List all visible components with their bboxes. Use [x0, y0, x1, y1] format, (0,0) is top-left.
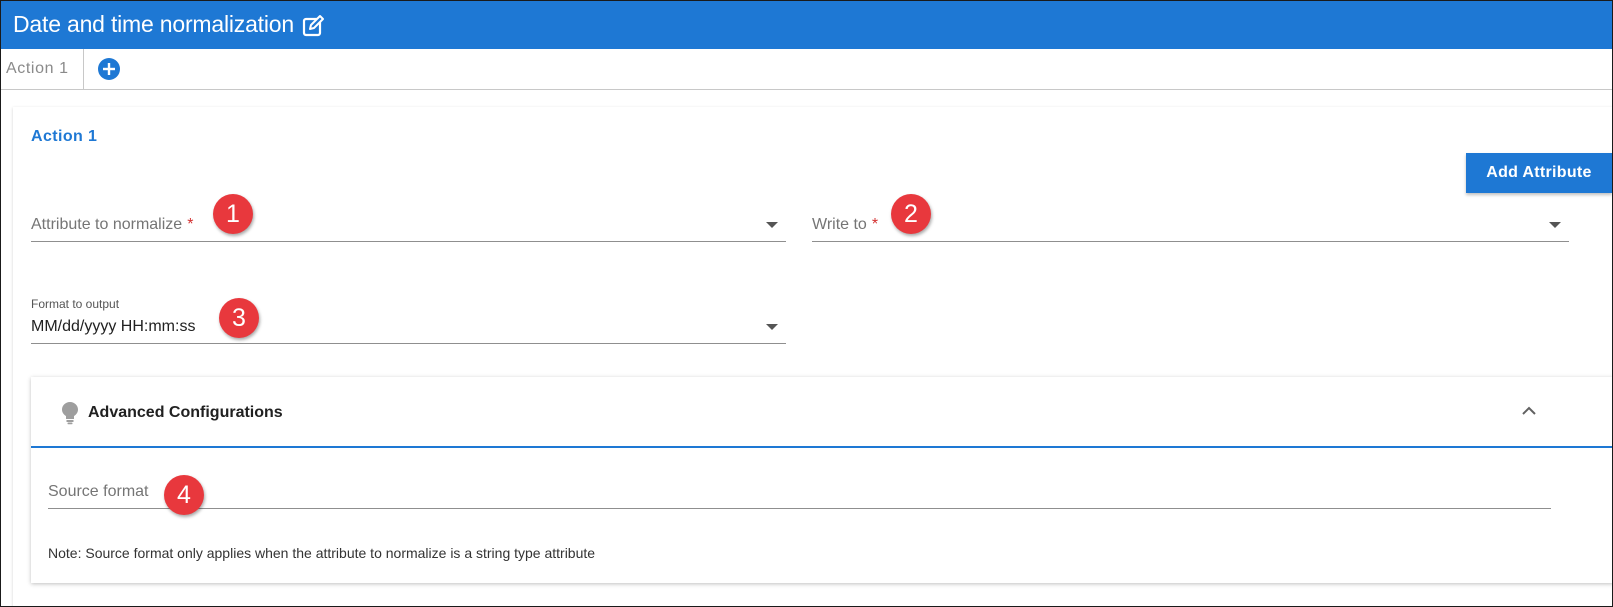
callout-marker-4: 4	[164, 475, 204, 515]
callout-marker-3: 3	[219, 298, 259, 338]
page-title: Date and time normalization	[13, 11, 294, 37]
source-format-note: Note: Source format only applies when th…	[48, 545, 596, 561]
title-bar: Date and time normalization	[1, 1, 1612, 49]
action-title: Action 1	[31, 128, 98, 145]
attribute-to-normalize-select[interactable]: Attribute to normalize *	[31, 211, 786, 242]
source-format-label: Source format	[48, 483, 149, 500]
source-format-input[interactable]: Source format	[48, 478, 1551, 509]
tab-bar: Action 1	[1, 49, 1612, 90]
lightbulb-icon	[62, 402, 78, 425]
format-to-output-label: Format to output	[31, 297, 120, 311]
dropdown-arrow-icon	[1549, 222, 1561, 228]
write-to-label: Write to *	[812, 216, 878, 234]
attribute-label: Attribute to normalize *	[31, 216, 193, 234]
tab-action-1[interactable]: Action 1	[1, 49, 84, 89]
callout-marker-1: 1	[213, 194, 253, 234]
write-to-label-text: Write to	[812, 216, 867, 233]
callout-marker-2: 2	[891, 194, 931, 234]
chevron-up-icon[interactable]	[1521, 403, 1537, 419]
format-value: MM/dd/yyyy HH:mm:ss	[31, 318, 196, 335]
plus-circle-icon[interactable]	[98, 58, 120, 80]
advanced-configurations-title: Advanced Configurations	[88, 404, 283, 421]
format-to-output-select[interactable]: MM/dd/yyyy HH:mm:ss	[31, 313, 786, 344]
add-attribute-button[interactable]: Add Attribute	[1466, 153, 1612, 193]
dropdown-arrow-icon	[766, 324, 778, 330]
required-mark: *	[187, 216, 194, 233]
advanced-configurations-panel: Advanced Configurations Source format No…	[31, 377, 1612, 583]
advanced-configurations-header[interactable]: Advanced Configurations	[31, 377, 1612, 448]
edit-icon[interactable]	[301, 14, 325, 38]
required-mark: *	[871, 216, 879, 233]
attribute-label-text: Attribute to normalize	[31, 216, 183, 233]
dropdown-arrow-icon	[766, 222, 778, 228]
tab-label: Action 1	[6, 60, 69, 77]
app-window: Date and time normalization Action 1 Act…	[0, 0, 1613, 607]
